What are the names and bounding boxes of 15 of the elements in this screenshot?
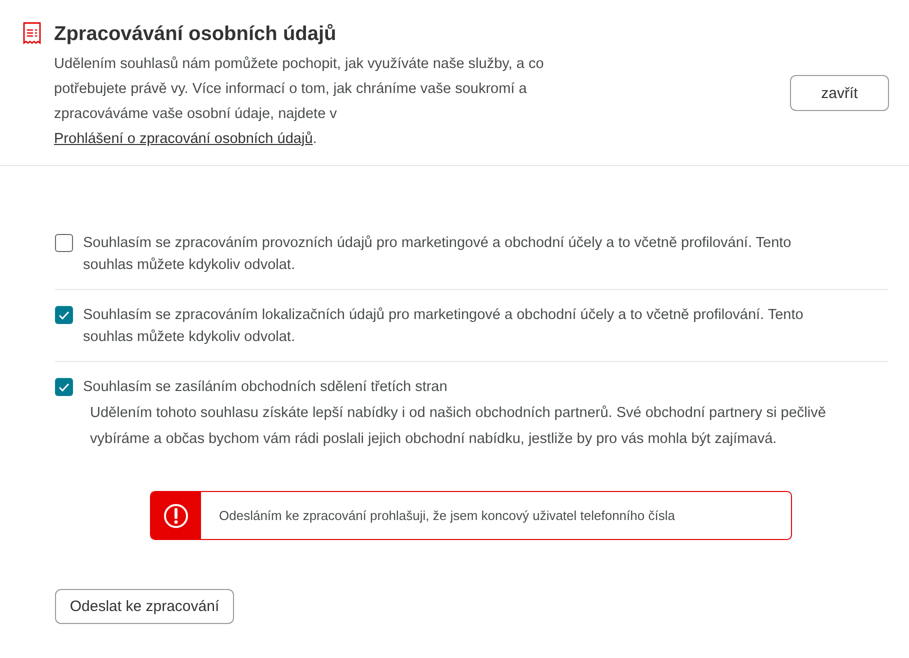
- checkbox[interactable]: [55, 234, 73, 252]
- policy-link[interactable]: Prohlášení o zpracování osobních údajů: [54, 131, 313, 147]
- consent-note: Udělením tohoto souhlasu získáte lepší nabídky i od našich obchodních partnerů. Své obchodní partnery si pečlivě vybíráme a občas bychom vám rádi poslali jejich obchodní nabídku, jestliže by pro vás mohla být zajímavá.: [90, 404, 827, 449]
- description-text: Udělením souhlasů nám pomůžete pochopit, jak využíváte naše služby, a co potřebujete právě vy. Více informací o tom, jak chráníme vaše soukromí a zpracováváme vaše osobní údaje, najdete v Prohlášení o zpracování osobních údajů.: [54, 55, 545, 149]
- alert-text: Odesláním ke zpracování prohlašuji, že jsem koncový uživatel telefonního čísla: [219, 508, 675, 523]
- consent-label: Souhlasím se zpracováním provozních údajů pro marketingové a obchodní účely a to včetně profilování. Tento souhlas můžete kdykoliv odvolat.: [83, 234, 792, 275]
- close-button[interactable]: zavřít: [790, 75, 889, 111]
- exclamation-icon: [163, 502, 189, 528]
- consent-label: Souhlasím se zasíláním obchodních sdělení třetích stran: [83, 378, 448, 397]
- consent-label: Souhlasím se zpracováním lokalizačních údajů pro marketingové a obchodní účely a to včetně profilování. Tento souhlas můžete kdykoliv odvolat.: [83, 306, 804, 347]
- checkbox[interactable]: [55, 306, 73, 324]
- receipt-icon: [22, 22, 42, 46]
- submit-button[interactable]: Odeslat ke zpracování: [55, 589, 234, 624]
- checkbox[interactable]: [55, 378, 73, 396]
- dialog-title: Zpracovávání osobních údajů: [54, 22, 336, 46]
